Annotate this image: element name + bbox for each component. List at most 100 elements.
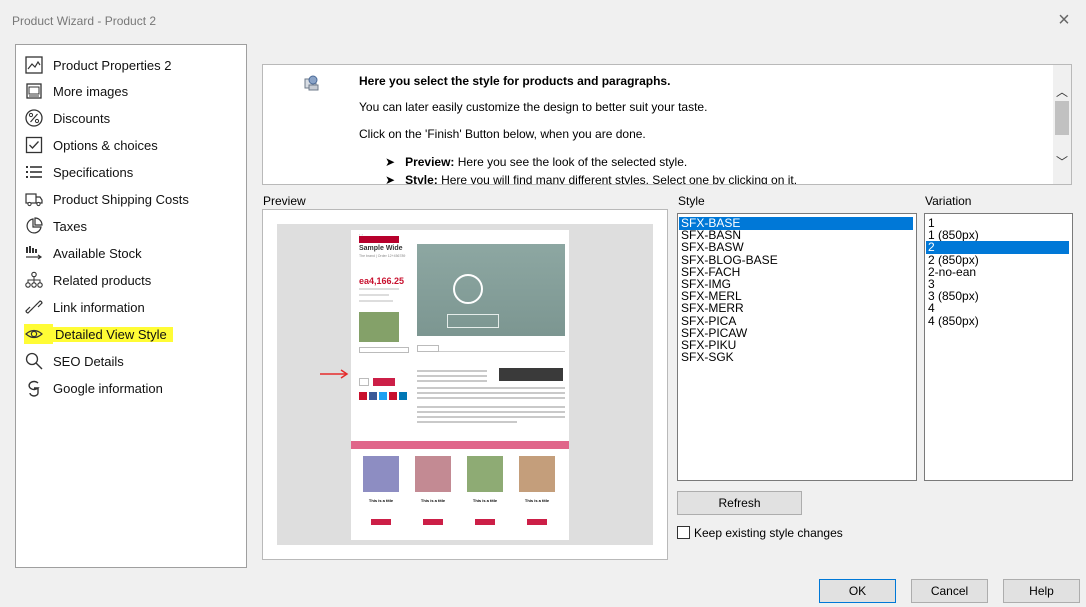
wizard-icon	[302, 73, 322, 93]
variation-list-item[interactable]: 4 (850px)	[926, 314, 1069, 328]
info-panel: Here you select the style for products a…	[262, 64, 1072, 185]
refresh-button[interactable]: Refresh	[677, 491, 802, 515]
sidebar-item-label: Link information	[53, 299, 145, 315]
scroll-thumb[interactable]	[1055, 101, 1069, 135]
preview-subtitle: The brand | Order 12+456789	[359, 254, 406, 258]
help-button[interactable]: Help	[1003, 579, 1080, 603]
preview-desc-line	[417, 392, 565, 394]
preview-related-header: Related Products	[351, 441, 569, 453]
chevron-up-icon[interactable]: ︿	[1056, 83, 1068, 100]
images-icon	[24, 81, 44, 101]
info-heading: Here you select the style for products a…	[359, 74, 671, 88]
preview-desc-line	[417, 416, 565, 418]
sidebar-item-product-properties[interactable]: Product Properties 2	[24, 54, 244, 76]
preview-box-icons	[447, 314, 499, 328]
globe-icon	[453, 274, 483, 304]
wizard-sidebar: Product Properties 2 More images Discoun…	[15, 44, 247, 568]
info-bullet-preview: ➤ Preview: Here you see the look of the …	[385, 155, 687, 169]
info-line: You can later easily customize the desig…	[359, 100, 708, 114]
sidebar-item-label: Available Stock	[53, 245, 142, 261]
bullet-text: Here you see the look of the selected st…	[457, 155, 688, 169]
preview-desc-line	[417, 397, 565, 399]
sidebar-item-link-information[interactable]: Link information	[24, 296, 244, 318]
info-bullet-style: ➤ Style: Here you will find many differe…	[385, 173, 798, 185]
preview-related-title: This is a title	[368, 498, 394, 503]
google-icon	[24, 378, 44, 398]
variation-list-item[interactable]: 1 (850px)	[926, 229, 1069, 242]
sidebar-item-label: Taxes	[53, 218, 87, 234]
sidebar-item-label: Google information	[53, 380, 163, 396]
variation-listbox[interactable]: 11 (850px) 2 2 (850px) 2-no-ean 3 3 (850px) 4 4…	[924, 213, 1073, 481]
style-list-item[interactable]: SFX-SGK	[679, 351, 913, 364]
preview-cart-button	[373, 378, 395, 386]
sidebar-item-more-images[interactable]: More images	[24, 80, 244, 102]
sidebar-item-label: Discounts	[53, 110, 111, 126]
sidebar-item-discounts[interactable]: Discounts	[24, 107, 244, 129]
preview-social-icon	[389, 392, 397, 400]
preview-related-title: This is a title	[524, 498, 550, 503]
sidebar-item-available-stock[interactable]: Available Stock	[24, 242, 244, 264]
preview-price: ea4,166.25	[359, 276, 405, 286]
info-line: Click on the 'Finish' Button below, when…	[359, 127, 646, 141]
preview-page: › › On special Sample Wide The brand | O…	[351, 230, 569, 540]
sidebar-item-seo-details[interactable]: SEO Details	[24, 350, 244, 372]
truck-icon	[24, 189, 44, 209]
sidebar-item-label: SEO Details	[53, 353, 124, 369]
eye-icon	[24, 324, 53, 344]
preview-desc-line	[417, 411, 565, 413]
hierarchy-icon	[24, 270, 44, 290]
preview-desc-line	[417, 387, 565, 389]
info-scrollbar[interactable]: ︿ ﹀	[1053, 65, 1071, 184]
preview-desc-line	[417, 375, 487, 377]
preview-info-line	[359, 288, 399, 290]
arrow-icon: ➤	[385, 155, 396, 169]
sidebar-item-google-information[interactable]: Google information	[24, 377, 244, 399]
ok-button[interactable]: OK	[819, 579, 896, 603]
preview-related-button	[527, 519, 547, 525]
product-wizard-window: Product Wizard - Product 2 × Product Pro…	[0, 0, 1086, 607]
preview-desc-line	[417, 406, 565, 408]
preview-qty	[359, 378, 369, 386]
window-title: Product Wizard - Product 2	[12, 14, 157, 28]
percent-icon	[24, 108, 44, 128]
sidebar-item-related-products[interactable]: Related products	[24, 269, 244, 291]
bullet-text: Here you will find many different styles…	[441, 173, 798, 185]
red-arrow-icon	[320, 369, 349, 379]
sidebar-item-shipping-costs[interactable]: Product Shipping Costs	[24, 188, 244, 210]
preview-related-button	[475, 519, 495, 525]
link-icon	[24, 297, 44, 317]
sidebar-item-specifications[interactable]: Specifications	[24, 161, 244, 183]
sidebar-item-taxes[interactable]: Taxes	[24, 215, 244, 237]
preview-thumbnail	[359, 312, 399, 342]
preview-select	[359, 347, 409, 353]
preview-related-button	[371, 519, 391, 525]
sidebar-item-label: Options & choices	[53, 137, 158, 153]
preview-desc-line	[417, 421, 517, 423]
sidebar-item-options-choices[interactable]: Options & choices	[24, 134, 244, 156]
keep-style-changes-checkbox[interactable]	[677, 526, 690, 539]
preview-desc-line	[417, 370, 487, 372]
image-icon	[24, 55, 44, 75]
style-listbox[interactable]: SFX-BASE SFX-BASN SFX-BASW SFX-BLOG-BASE SFX…	[677, 213, 917, 481]
variation-list-item[interactable]: 3 (850px)	[926, 290, 1069, 303]
preview-related-image	[519, 456, 555, 492]
preview-tabs	[417, 345, 565, 352]
preview-canvas: › › On special Sample Wide The brand | O…	[277, 224, 653, 545]
preview-tab	[417, 345, 439, 352]
preview-desc-line	[417, 380, 487, 382]
preview-related-title: This is a title	[472, 498, 498, 503]
cancel-button[interactable]: Cancel	[911, 579, 988, 603]
preview-title: Sample Wide	[359, 245, 403, 252]
preview-highlight-box	[499, 368, 563, 381]
preview-related-image	[415, 456, 451, 492]
preview-related-button	[423, 519, 443, 525]
variation-list-item[interactable]: 2-no-ean	[926, 265, 1069, 279]
preview-social-icon	[399, 392, 407, 400]
arrow-icon: ➤	[385, 173, 396, 185]
sidebar-item-detailed-view-style[interactable]: Detailed View Style	[24, 323, 244, 345]
style-preview: › › On special Sample Wide The brand | O…	[262, 209, 668, 560]
chevron-down-icon[interactable]: ﹀	[1056, 153, 1068, 170]
bullet-term: Style:	[405, 173, 438, 185]
close-icon[interactable]: ×	[1052, 8, 1076, 32]
sidebar-item-label: Product Properties 2	[53, 57, 172, 73]
